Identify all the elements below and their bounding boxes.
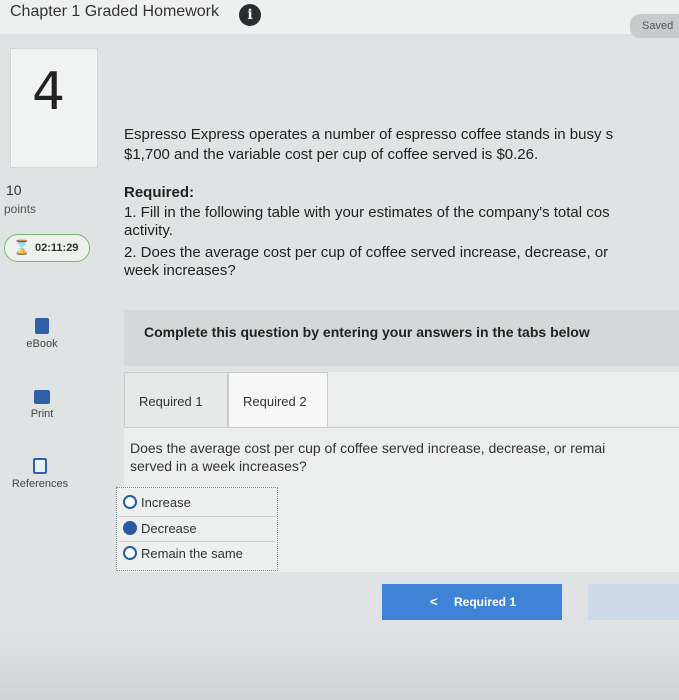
info-icon[interactable]: i [239, 4, 261, 26]
assignment-title: Chapter 1 Graded Homework [10, 3, 219, 20]
ebook-icon [35, 318, 49, 334]
requirement-1-line-2: activity. [124, 222, 173, 239]
answer-options: Increase Decrease Remain the same [116, 487, 278, 571]
problem-intro-line-1: Espresso Express operates a number of es… [124, 126, 614, 143]
sidebar-item-label: References [11, 478, 69, 490]
tab-required-1[interactable]: Required 1 [124, 372, 228, 428]
previous-button-label: Required 1 [454, 595, 517, 609]
requirement-2-line-1: 2. Does the average cost per cup of coff… [124, 244, 609, 261]
references-icon [33, 458, 47, 474]
option-decrease[interactable]: Decrease [119, 516, 275, 540]
option-increase[interactable]: Increase [119, 491, 275, 515]
requirement-1-line-1: 1. Fill in the following table with your… [124, 204, 610, 221]
next-required-button[interactable] [588, 584, 679, 620]
radio-button[interactable] [123, 495, 137, 509]
tab-label: Required 2 [243, 394, 307, 409]
previous-required-button[interactable]: < Required 1 [382, 584, 562, 620]
page-bottom [0, 630, 679, 700]
points-label: points [4, 202, 37, 216]
problem-intro-line-2: $1,700 and the variable cost per cup of … [124, 146, 539, 163]
option-label: Increase [141, 495, 191, 510]
hourglass-icon: ⌛ [13, 239, 31, 255]
radio-button[interactable] [123, 521, 137, 535]
timer-badge: ⌛ 02:11:29 [4, 234, 90, 262]
timer-text: 02:11:29 [35, 242, 79, 254]
sidebar-item-references[interactable]: References [4, 458, 76, 490]
radio-button[interactable] [123, 546, 137, 560]
tab-label: Required 1 [139, 394, 203, 409]
sidebar-item-label: eBook [26, 338, 58, 350]
option-label: Decrease [141, 521, 197, 536]
sidebar-item-print[interactable]: Print [18, 390, 66, 420]
option-label: Remain the same [141, 546, 243, 561]
sidebar-item-ebook[interactable]: eBook [18, 318, 66, 350]
chevron-left-icon: < [430, 594, 438, 609]
option-remain-the-same[interactable]: Remain the same [119, 541, 275, 565]
required-heading: Required: [124, 184, 195, 201]
question-number: 4 [32, 62, 66, 122]
tab-divider [124, 427, 679, 428]
requirement-2-line-2: week increases? [124, 262, 236, 279]
print-icon [34, 390, 50, 404]
tab-required-2[interactable]: Required 2 [228, 372, 328, 428]
instructions-banner: Complete this question by entering your … [124, 310, 679, 366]
tab-question-line-1: Does the average cost per cup of coffee … [130, 440, 606, 456]
sidebar-item-label: Print [30, 408, 54, 420]
instructions-text: Complete this question by entering your … [144, 324, 590, 340]
points-value: 10 [6, 182, 22, 198]
saved-button[interactable]: Saved [630, 14, 679, 38]
top-bar: Chapter 1 Graded Homework i Saved [0, 0, 679, 38]
tab-question-line-2: served in a week increases? [130, 458, 307, 474]
